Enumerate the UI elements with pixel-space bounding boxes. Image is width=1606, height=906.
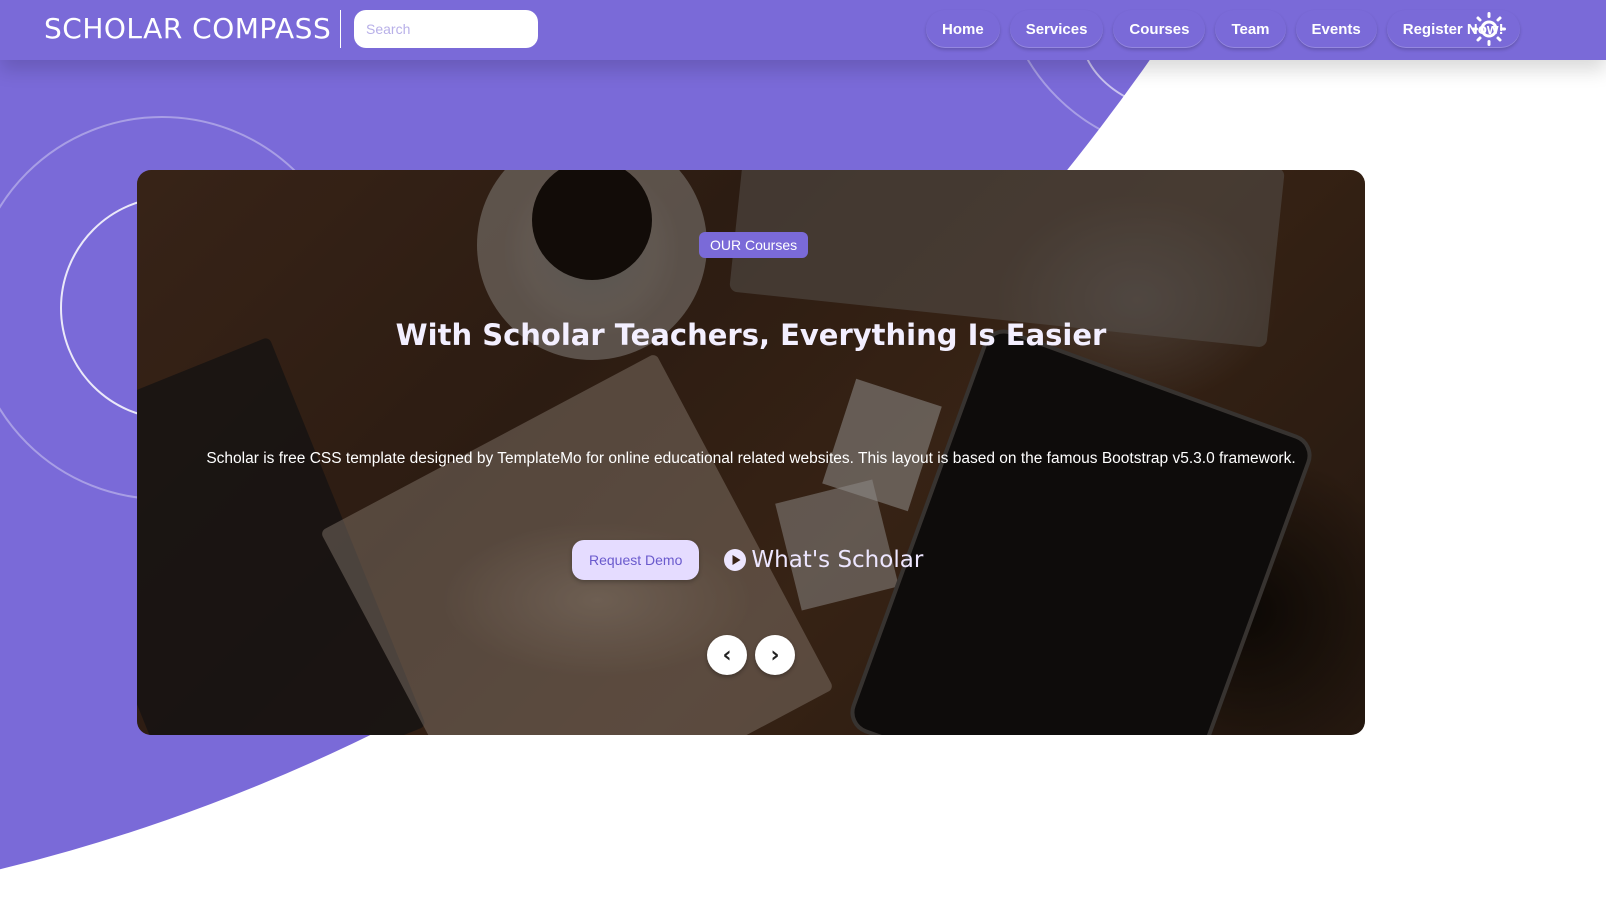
whats-scholar-link[interactable]: What's Scholar [723,547,923,573]
hero-banner: OUR Courses With Scholar Teachers, Every… [137,170,1365,735]
nav-services[interactable]: Services [1009,10,1104,48]
header-divider [340,10,341,48]
video-link-label: What's Scholar [751,547,924,573]
request-demo-button[interactable]: Request Demo [572,540,700,580]
site-header: SCHOLAR COMPASS Home Services Courses Te… [0,0,1606,60]
nav-team[interactable]: Team [1215,10,1286,48]
prev-arrow-button[interactable]: ‹ [707,635,747,675]
hero-badge: OUR Courses [699,232,809,258]
play-icon [723,548,747,572]
search-input[interactable] [354,10,538,48]
nav-home[interactable]: Home [926,10,1000,48]
nav-events[interactable]: Events [1295,10,1377,48]
carousel-controls: ‹ › [707,635,795,675]
sun-icon[interactable] [1472,12,1506,46]
hero-actions: Request Demo What's Scholar [572,540,923,580]
hero-title: With Scholar Teachers, Everything Is Eas… [395,318,1107,352]
main-nav: Home Services Courses Team Events Regist… [926,10,1520,48]
nav-courses[interactable]: Courses [1113,10,1206,48]
page: SCHOLAR COMPASS Home Services Courses Te… [0,0,1606,906]
next-arrow-button[interactable]: › [755,635,795,675]
hero-description: Scholar is free CSS template designed by… [206,450,1296,467]
site-logo[interactable]: SCHOLAR COMPASS [44,12,331,45]
